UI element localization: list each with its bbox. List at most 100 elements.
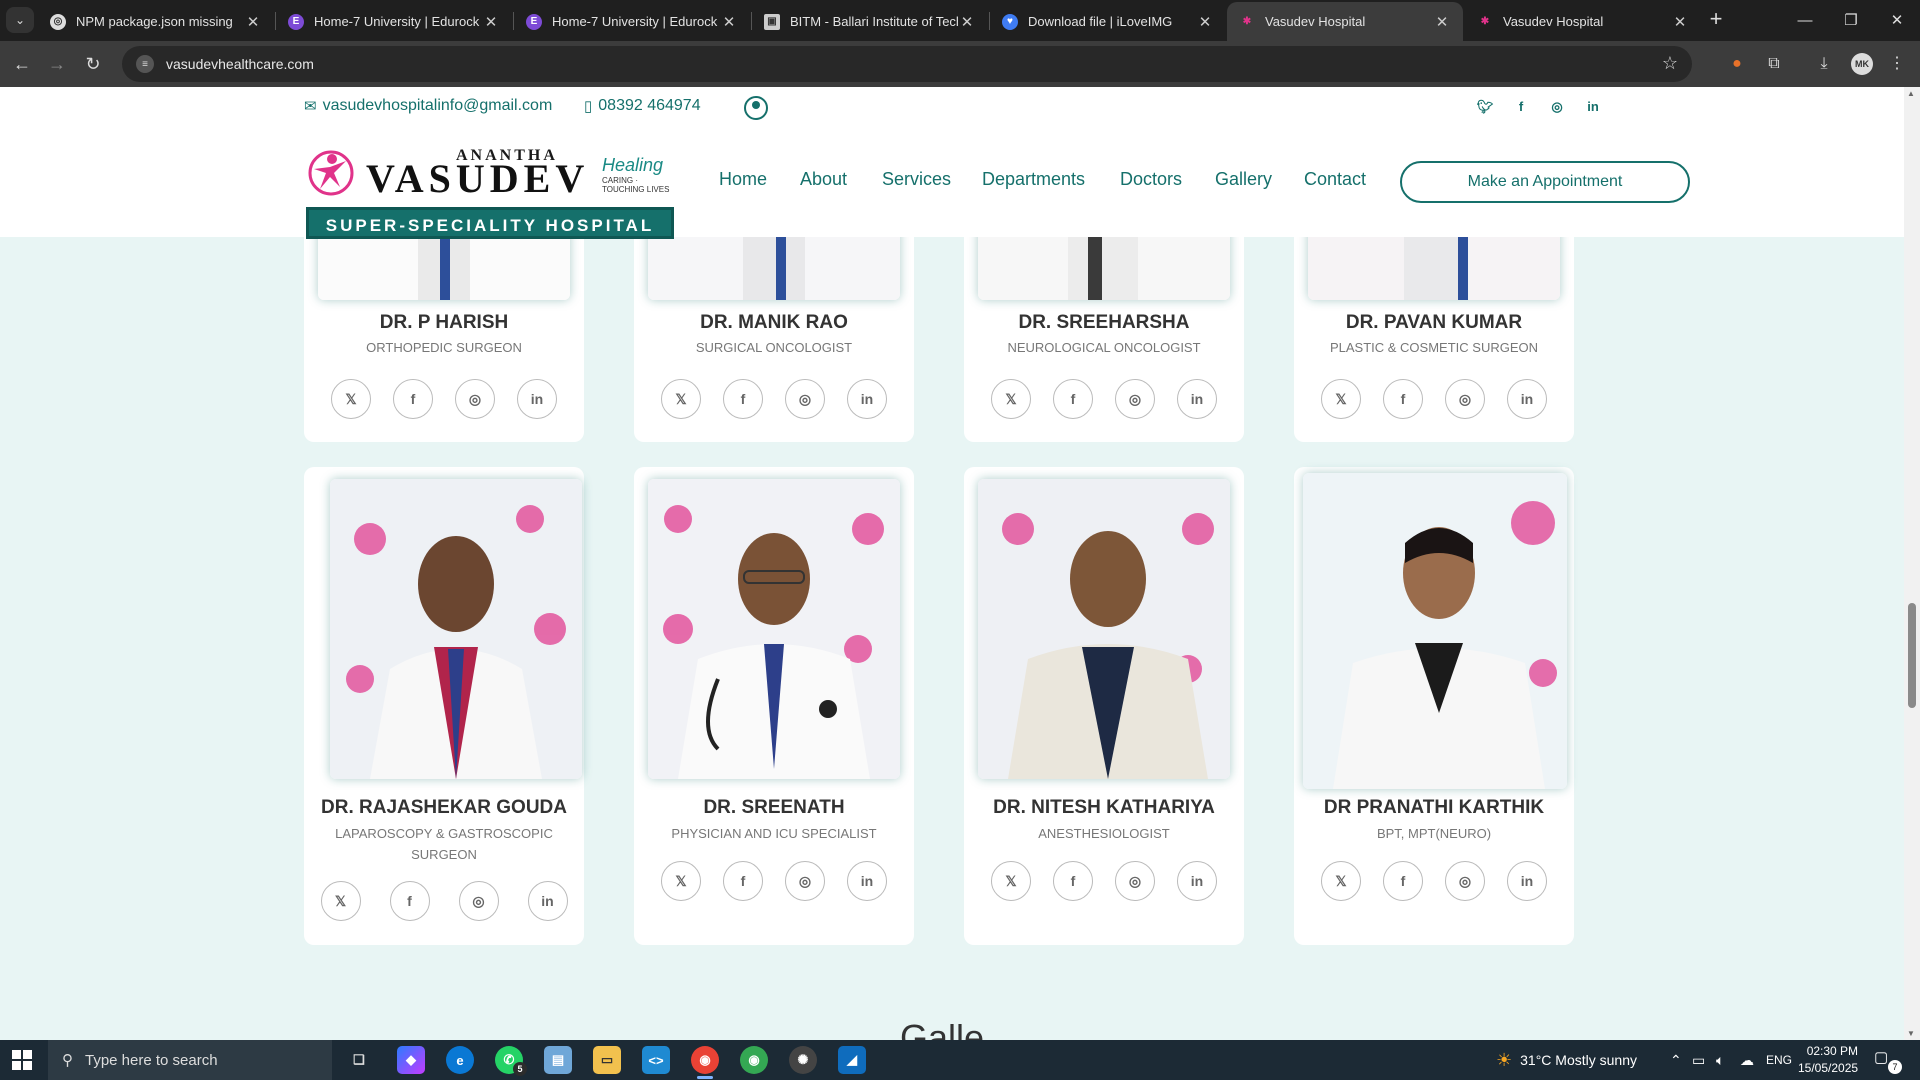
facebook-icon[interactable]: f	[723, 379, 763, 419]
nav-home[interactable]: Home	[719, 169, 767, 190]
chatgpt-icon[interactable]: ✺	[789, 1046, 817, 1074]
vscode-icon[interactable]: <>	[642, 1046, 670, 1074]
browser-tab-3[interactable]: E Home-7 University | Edurock - E ✕	[514, 2, 750, 41]
notification-center-icon[interactable]: ▢ 7	[1874, 1048, 1902, 1074]
restore-icon[interactable]: ❐	[1828, 0, 1874, 41]
browser-tab-4[interactable]: ▣ BITM - Ballari Institute of Techn ✕	[752, 2, 988, 41]
x-icon[interactable]: 𝕏	[661, 379, 701, 419]
facebook-icon[interactable]: f	[1053, 861, 1093, 901]
nav-doctors[interactable]: Doctors	[1120, 169, 1182, 190]
browser-tab-1[interactable]: ◎ NPM package.json missing ✕	[38, 2, 274, 41]
user-account-icon[interactable]	[744, 96, 768, 120]
close-tab-icon[interactable]: ✕	[1433, 13, 1451, 31]
close-window-icon[interactable]: ✕	[1874, 0, 1920, 41]
taskbar-search-box[interactable]: ⚲ Type here to search	[48, 1040, 332, 1080]
nav-services[interactable]: Services	[882, 169, 951, 190]
hospital-logo[interactable]: ANANTHA VASUDEV Healing CARING · TOUCHIN…	[306, 147, 674, 239]
linkedin-icon[interactable]: in	[517, 379, 557, 419]
facebook-icon[interactable]: f	[389, 881, 430, 921]
chrome-menu-icon[interactable]: ⋮	[1884, 51, 1910, 77]
email-link[interactable]: ✉ vasudevhospitalinfo@gmail.com	[304, 97, 552, 115]
notepad-icon[interactable]: ▤	[544, 1046, 572, 1074]
nav-contact[interactable]: Contact	[1304, 169, 1366, 190]
close-tab-icon[interactable]: ✕	[482, 13, 500, 31]
edge-icon[interactable]: e	[446, 1046, 474, 1074]
facebook-icon[interactable]: f	[1383, 379, 1423, 419]
instagram-icon[interactable]: ◎	[1115, 379, 1155, 419]
weather-widget[interactable]: ☀ 31°C Mostly sunny	[1496, 1040, 1637, 1080]
copilot-icon[interactable]: ◆	[397, 1046, 425, 1074]
linkedin-icon[interactable]: in	[1583, 97, 1603, 117]
azure-data-studio-icon[interactable]: ◢	[838, 1046, 866, 1074]
facebook-icon[interactable]: f	[1383, 861, 1423, 901]
x-icon[interactable]: 𝕏	[991, 861, 1031, 901]
instagram-icon[interactable]: ◎	[1547, 97, 1567, 117]
forward-icon[interactable]: →	[43, 50, 71, 78]
linkedin-icon[interactable]: in	[1177, 379, 1217, 419]
instagram-icon[interactable]: ◎	[1445, 861, 1485, 901]
extensions-puzzle-icon[interactable]: ⧉	[1761, 51, 1787, 77]
close-tab-icon[interactable]: ✕	[1671, 13, 1689, 31]
instagram-icon[interactable]: ◎	[1445, 379, 1485, 419]
profile-avatar[interactable]: MK	[1851, 53, 1873, 75]
chrome-icon[interactable]: ◉	[691, 1046, 719, 1079]
reload-icon[interactable]: ↻	[79, 50, 107, 78]
scroll-up-icon[interactable]: ▲	[1907, 89, 1915, 98]
instagram-icon[interactable]: ◎	[455, 379, 495, 419]
browser-tab-5[interactable]: ♥ Download file | iLoveIMG ✕	[990, 2, 1226, 41]
close-tab-icon[interactable]: ✕	[1196, 13, 1214, 31]
close-tab-icon[interactable]: ✕	[958, 13, 976, 31]
close-tab-icon[interactable]: ✕	[720, 13, 738, 31]
linkedin-icon[interactable]: in	[1507, 861, 1547, 901]
x-icon[interactable]: 𝕏	[661, 861, 701, 901]
close-tab-icon[interactable]: ✕	[244, 13, 262, 31]
linkedin-icon[interactable]: in	[527, 881, 568, 921]
linkedin-icon[interactable]: in	[847, 861, 887, 901]
nav-gallery[interactable]: Gallery	[1215, 169, 1272, 190]
system-clock[interactable]: 02:30 PM 15/05/2025	[1798, 1043, 1858, 1077]
new-tab-icon[interactable]: +	[1702, 6, 1730, 34]
language-indicator[interactable]: ENG	[1766, 1040, 1792, 1080]
address-bar[interactable]: ≡ vasudevhealthcare.com ☆	[122, 46, 1692, 82]
bookmark-star-icon[interactable]: ☆	[1662, 53, 1678, 74]
minimize-icon[interactable]: —	[1782, 0, 1828, 41]
phone-link[interactable]: ▯ 08392 464974	[584, 97, 701, 115]
facebook-icon[interactable]: f	[1053, 379, 1093, 419]
scroll-down-icon[interactable]: ▼	[1907, 1029, 1915, 1038]
file-explorer-icon[interactable]: ▭	[593, 1046, 621, 1074]
whatsapp-icon[interactable]: ✆ 5	[495, 1046, 527, 1076]
task-view-icon[interactable]: ❏	[345, 1046, 373, 1074]
tray-overflow-icon[interactable]: ⌃	[1670, 1040, 1682, 1080]
download-icon[interactable]: ⤓	[1811, 51, 1837, 77]
volume-icon[interactable]: 🔈︎	[1716, 1040, 1724, 1080]
x-icon[interactable]: 𝕏	[1321, 379, 1361, 419]
facebook-icon[interactable]: f	[723, 861, 763, 901]
chrome-profile-icon[interactable]: ◉	[740, 1046, 768, 1074]
tab-search-button[interactable]: ⌄	[6, 7, 34, 33]
page-scrollbar[interactable]: ▲ ▼	[1904, 87, 1920, 1040]
facebook-icon[interactable]: f	[1511, 97, 1531, 117]
onedrive-icon[interactable]: ☁	[1740, 1040, 1754, 1080]
linkedin-icon[interactable]: in	[1507, 379, 1547, 419]
extension-orange-icon[interactable]: ●	[1724, 51, 1750, 77]
nav-about[interactable]: About	[800, 169, 847, 190]
x-icon[interactable]: 𝕏	[331, 379, 371, 419]
twitter-icon[interactable]: 🐦︎	[1475, 97, 1495, 117]
scrollbar-thumb[interactable]	[1908, 603, 1916, 708]
facebook-icon[interactable]: f	[393, 379, 433, 419]
instagram-icon[interactable]: ◎	[785, 861, 825, 901]
linkedin-icon[interactable]: in	[1177, 861, 1217, 901]
browser-tab-2[interactable]: E Home-7 University | Edurock - E ✕	[276, 2, 512, 41]
site-info-icon[interactable]: ≡	[136, 55, 154, 73]
browser-tab-7[interactable]: ✱ Vasudev Hospital ✕	[1465, 2, 1701, 41]
x-icon[interactable]: 𝕏	[991, 379, 1031, 419]
instagram-icon[interactable]: ◎	[785, 379, 825, 419]
make-appointment-button[interactable]: Make an Appointment	[1400, 161, 1690, 203]
x-icon[interactable]: 𝕏	[320, 881, 361, 921]
back-icon[interactable]: ←	[8, 50, 36, 78]
browser-tab-6-active[interactable]: ✱ Vasudev Hospital ✕	[1227, 2, 1463, 41]
instagram-icon[interactable]: ◎	[458, 881, 499, 921]
windows-start-icon[interactable]	[12, 1050, 32, 1070]
linkedin-icon[interactable]: in	[847, 379, 887, 419]
network-icon[interactable]: ▭	[1692, 1040, 1705, 1080]
